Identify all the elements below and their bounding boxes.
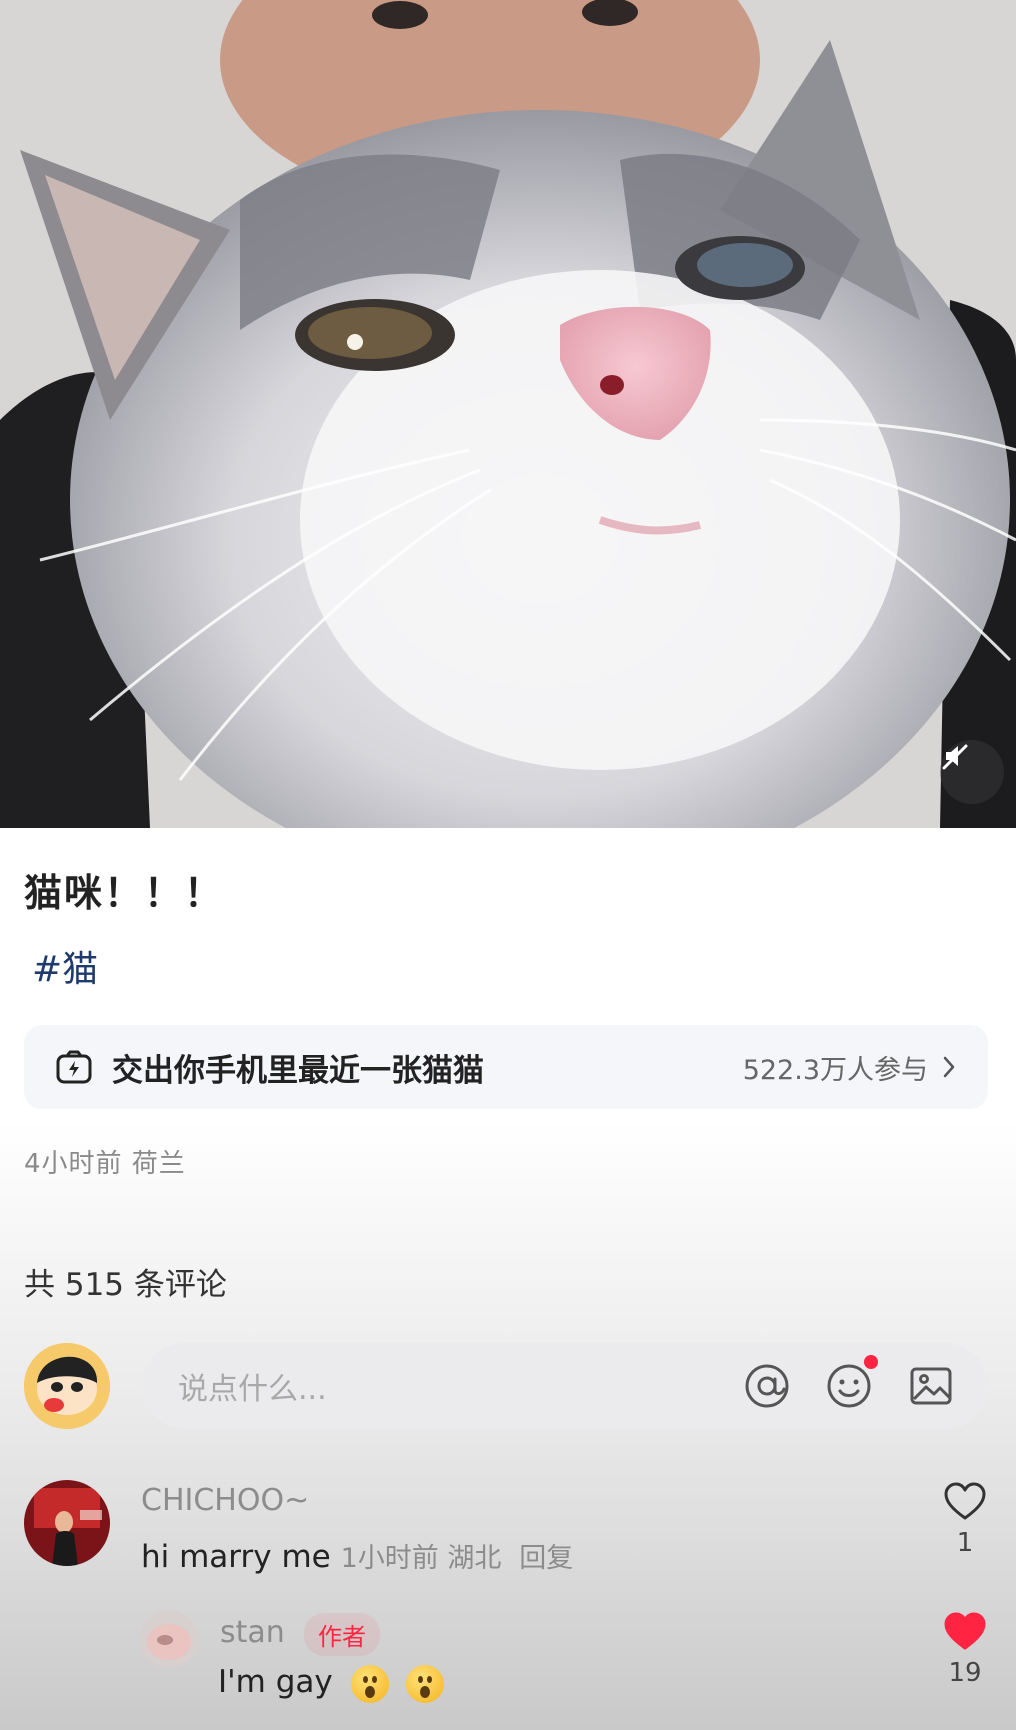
astonished-emoji-icon [350, 1664, 389, 1703]
reply-text: I'm gay [218, 1664, 333, 1700]
reply-button[interactable]: 回复 [519, 1543, 573, 1574]
comment-username[interactable]: CHICHOO~ [141, 1483, 309, 1518]
comment-count: 共 515 条评论 [24, 1267, 227, 1303]
like-button[interactable]: 19 [935, 1612, 995, 1688]
comment-text: hi marry me [141, 1539, 331, 1575]
cat-photo [0, 0, 1016, 828]
heart-icon [944, 1612, 986, 1650]
reply-username[interactable]: stan [220, 1615, 285, 1650]
notification-dot [864, 1355, 878, 1369]
astonished-emoji-icon [406, 1664, 445, 1703]
avatar[interactable] [140, 1610, 198, 1668]
like-count: 19 [948, 1658, 982, 1688]
comment-text-row: hi marry me 1小时前 湖北 回复 [141, 1536, 573, 1575]
heart-icon [944, 1482, 986, 1520]
chevron-right-icon [940, 1054, 958, 1080]
comment-input-placeholder: 说点什么... [178, 1372, 327, 1407]
like-button[interactable]: 1 [935, 1482, 995, 1558]
speaker-muted-icon [942, 744, 968, 770]
avatar[interactable] [24, 1480, 110, 1566]
image-icon[interactable] [906, 1361, 956, 1411]
hashtag-link[interactable]: #猫 [32, 940, 98, 992]
author-badge: 作者 [304, 1613, 380, 1656]
lightning-camera-icon [54, 1047, 94, 1087]
my-avatar[interactable] [24, 1343, 110, 1429]
mute-button[interactable] [940, 740, 1004, 804]
post-meta: 4小时前 荷兰 [24, 1149, 186, 1179]
comment-input[interactable]: 说点什么... [142, 1343, 988, 1429]
post-image[interactable] [0, 0, 1016, 828]
comment-time-location: 1小时前 湖北 [340, 1543, 502, 1574]
topic-card[interactable]: 交出你手机里最近一张猫猫 522.3万人参与 [24, 1025, 988, 1109]
topic-label: 交出你手机里最近一张猫猫 [112, 1052, 484, 1089]
reply-text-row: I'm gay [218, 1664, 445, 1703]
topic-participants: 522.3万人参与 [742, 1054, 928, 1086]
at-icon[interactable] [742, 1361, 792, 1411]
post-title: 猫咪！！！ [24, 871, 225, 915]
smiley-icon[interactable] [824, 1355, 878, 1411]
like-count: 1 [956, 1528, 974, 1558]
